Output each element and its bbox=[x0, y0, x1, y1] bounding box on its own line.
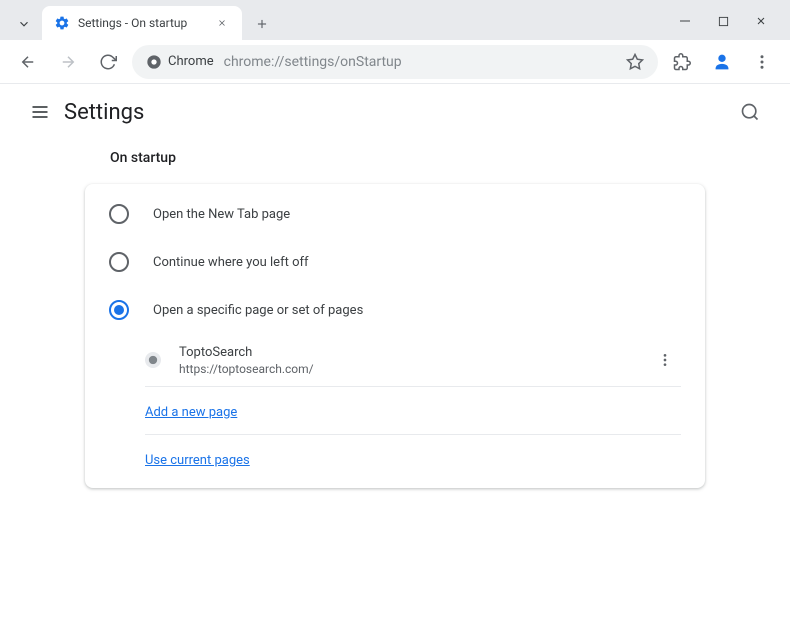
settings-gear-icon bbox=[54, 15, 70, 31]
reload-button[interactable] bbox=[92, 46, 124, 78]
settings-header: Settings bbox=[0, 84, 790, 140]
add-page-link[interactable]: Add a new page bbox=[145, 405, 237, 420]
radio-specific-pages[interactable]: Open a specific page or set of pages bbox=[85, 286, 705, 334]
back-button[interactable] bbox=[12, 46, 44, 78]
content-area: On startup Open the New Tab page Continu… bbox=[0, 140, 790, 498]
search-button[interactable] bbox=[730, 92, 770, 132]
browser-toolbar: Chrome chrome://settings/onStartup bbox=[0, 40, 790, 84]
use-current-link[interactable]: Use current pages bbox=[145, 453, 250, 468]
startup-card: Open the New Tab page Continue where you… bbox=[85, 184, 705, 488]
new-tab-button[interactable] bbox=[248, 10, 276, 38]
forward-button[interactable] bbox=[52, 46, 84, 78]
page-favicon-icon bbox=[145, 352, 161, 368]
titlebar: Settings - On startup bbox=[0, 0, 790, 40]
add-page-row: Add a new page bbox=[85, 387, 705, 434]
page-name: ToptoSearch bbox=[179, 345, 631, 360]
radio-icon bbox=[109, 252, 129, 272]
tab-title: Settings - On startup bbox=[78, 16, 206, 30]
chrome-menu-button[interactable] bbox=[746, 46, 778, 78]
close-window-button[interactable] bbox=[742, 6, 780, 36]
page-title: Settings bbox=[64, 100, 730, 125]
page-url: https://toptosearch.com/ bbox=[179, 362, 631, 376]
chrome-badge: Chrome bbox=[146, 54, 214, 70]
radio-continue[interactable]: Continue where you left off bbox=[85, 238, 705, 286]
radio-new-tab[interactable]: Open the New Tab page bbox=[85, 190, 705, 238]
bookmark-star-icon[interactable] bbox=[626, 53, 644, 71]
page-more-button[interactable] bbox=[649, 344, 681, 376]
tab-close-button[interactable] bbox=[214, 15, 230, 31]
radio-icon bbox=[109, 300, 129, 320]
profile-button[interactable] bbox=[706, 46, 738, 78]
tab-search-button[interactable] bbox=[10, 10, 38, 38]
window-controls bbox=[666, 6, 780, 36]
browser-tab[interactable]: Settings - On startup bbox=[42, 6, 242, 40]
url-text: chrome://settings/onStartup bbox=[224, 54, 616, 70]
radio-icon bbox=[109, 204, 129, 224]
maximize-button[interactable] bbox=[704, 6, 742, 36]
chrome-logo-icon bbox=[146, 54, 162, 70]
address-bar[interactable]: Chrome chrome://settings/onStartup bbox=[132, 45, 658, 79]
extensions-button[interactable] bbox=[666, 46, 698, 78]
use-current-row: Use current pages bbox=[85, 435, 705, 482]
startup-page-entry: ToptoSearch https://toptosearch.com/ bbox=[85, 334, 705, 386]
minimize-button[interactable] bbox=[666, 6, 704, 36]
section-label: On startup bbox=[110, 150, 770, 166]
hamburger-menu-button[interactable] bbox=[20, 92, 60, 132]
